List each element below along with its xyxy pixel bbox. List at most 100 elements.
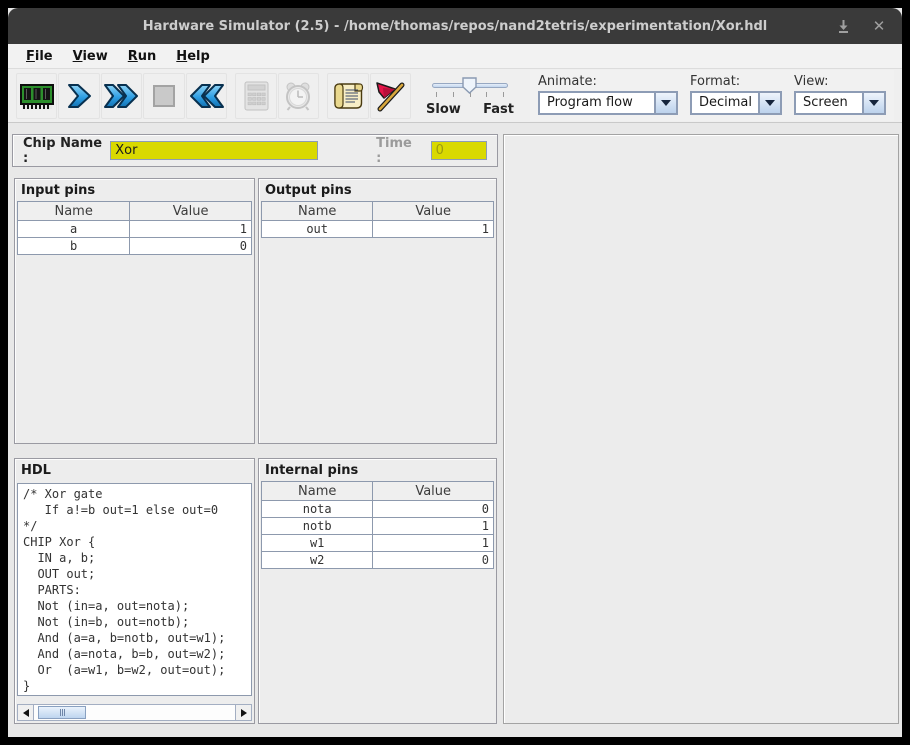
hdl-code-view: /* Xor gate If a!=b out=1 else out=0 */ …: [17, 483, 252, 696]
speed-slider[interactable]: Slow Fast: [426, 74, 514, 118]
output-pins-title: Output pins: [259, 179, 496, 201]
chip-name-bar: Chip Name : Xor Time : 0: [12, 134, 498, 167]
window-title: Hardware Simulator (2.5) - /home/thomas/…: [8, 19, 902, 34]
format-select[interactable]: Decimal: [690, 91, 782, 115]
step-forward-icon: [65, 82, 93, 110]
minimize-icon: [836, 19, 851, 34]
table-row: out 1: [262, 221, 494, 238]
reset-button[interactable]: [186, 73, 227, 119]
pin-name: a: [18, 221, 130, 238]
table-row: notb 1: [262, 518, 494, 535]
pin-value[interactable]: 0: [130, 238, 252, 255]
format-value: Decimal: [692, 93, 758, 113]
output-pins-panel: Output pins Name Value out 1: [258, 178, 497, 444]
pin-value: 0: [373, 552, 494, 569]
time-label: Time :: [376, 136, 417, 166]
pin-value: 0: [373, 501, 494, 518]
calculator-icon: [240, 80, 272, 112]
table-row: b 0: [18, 238, 252, 255]
breakpoints-button[interactable]: [370, 73, 411, 119]
pin-name: notb: [262, 518, 373, 535]
view-select[interactable]: Screen: [794, 91, 886, 115]
scroll-icon: [331, 80, 365, 112]
stop-button: [143, 73, 184, 119]
pin-name: b: [18, 238, 130, 255]
calculator-button: [235, 73, 276, 119]
pin-name: nota: [262, 501, 373, 518]
stop-icon: [152, 84, 176, 108]
triangle-left-icon: [23, 709, 29, 717]
column-header-name: Name: [262, 482, 373, 501]
input-pins-table: Name Value a 1 b 0: [17, 201, 252, 255]
load-chip-button[interactable]: [16, 73, 57, 119]
chevron-down-icon[interactable]: [654, 93, 676, 113]
scroll-right-button[interactable]: [235, 705, 251, 720]
toolbar-dropdowns: Animate: Program flow Format: Decimal Vi…: [530, 70, 894, 121]
clock-button: [278, 73, 319, 119]
hdl-code: /* Xor gate If a!=b out=1 else out=0 */ …: [23, 486, 246, 694]
column-header-value: Value: [373, 202, 494, 221]
close-button[interactable]: ✕: [870, 17, 888, 35]
menu-run[interactable]: Run: [120, 46, 165, 67]
chip-name-field[interactable]: Xor: [110, 141, 318, 160]
pin-value[interactable]: 1: [130, 221, 252, 238]
chevron-down-icon[interactable]: [758, 93, 780, 113]
pin-value: 1: [373, 221, 494, 238]
view-value: Screen: [796, 93, 862, 113]
pin-name: w2: [262, 552, 373, 569]
format-label: Format:: [690, 74, 782, 89]
hdl-panel: HDL /* Xor gate If a!=b out=1 else out=0…: [14, 458, 255, 724]
rewind-icon: [187, 82, 225, 110]
menu-view[interactable]: View: [65, 46, 116, 67]
hdl-view-button[interactable]: [327, 73, 368, 119]
chip-icon: [18, 81, 56, 111]
pin-value: 1: [373, 535, 494, 552]
run-button[interactable]: [101, 73, 142, 119]
minimize-button[interactable]: [834, 17, 852, 35]
app-window: Hardware Simulator (2.5) - /home/thomas/…: [0, 0, 910, 745]
pin-name: w1: [262, 535, 373, 552]
main-area: Chip Name : Xor Time : 0 Input pins Name…: [8, 123, 902, 737]
title-bar: Hardware Simulator (2.5) - /home/thomas/…: [8, 8, 902, 44]
hdl-title: HDL: [15, 459, 254, 481]
table-row: w1 1: [262, 535, 494, 552]
column-header-value: Value: [130, 202, 252, 221]
fast-forward-icon: [103, 82, 141, 110]
toolbar: Slow Fast Animate: Program flow Format: …: [8, 69, 902, 123]
speed-slider-thumb[interactable]: [462, 77, 477, 94]
pin-value: 1: [373, 518, 494, 535]
chevron-down-icon[interactable]: [862, 93, 884, 113]
animate-value: Program flow: [540, 93, 654, 113]
input-pins-panel: Input pins Name Value a 1 b 0: [14, 178, 255, 444]
time-field: 0: [431, 141, 487, 160]
input-pins-title: Input pins: [15, 179, 254, 201]
animate-select[interactable]: Program flow: [538, 91, 678, 115]
triangle-right-icon: [241, 709, 247, 717]
internal-pins-panel: Internal pins Name Value nota 0 notb 1: [258, 458, 497, 724]
scroll-left-button[interactable]: [18, 705, 34, 720]
column-header-name: Name: [262, 202, 373, 221]
menu-help[interactable]: Help: [168, 46, 217, 67]
column-header-value: Value: [373, 482, 494, 501]
screen-view-panel: [503, 134, 899, 724]
pin-name: out: [262, 221, 373, 238]
table-row: nota 0: [262, 501, 494, 518]
menu-file[interactable]: File: [18, 46, 61, 67]
animate-label: Animate:: [538, 74, 678, 89]
close-icon: ✕: [873, 19, 886, 34]
hdl-horizontal-scrollbar[interactable]: [17, 704, 252, 721]
scrollbar-thumb[interactable]: [38, 706, 86, 719]
column-header-name: Name: [18, 202, 130, 221]
slider-fast-label: Fast: [483, 102, 514, 117]
flag-icon: [373, 80, 407, 112]
chip-name-label: Chip Name :: [23, 136, 102, 166]
slider-slow-label: Slow: [426, 102, 461, 117]
table-row: w2 0: [262, 552, 494, 569]
single-step-button[interactable]: [58, 73, 99, 119]
table-row: a 1: [18, 221, 252, 238]
output-pins-table: Name Value out 1: [261, 201, 494, 238]
view-label: View:: [794, 74, 886, 89]
internal-pins-title: Internal pins: [259, 459, 496, 481]
internal-pins-table: Name Value nota 0 notb 1 w1 1: [261, 481, 494, 569]
clock-icon: [282, 80, 314, 112]
